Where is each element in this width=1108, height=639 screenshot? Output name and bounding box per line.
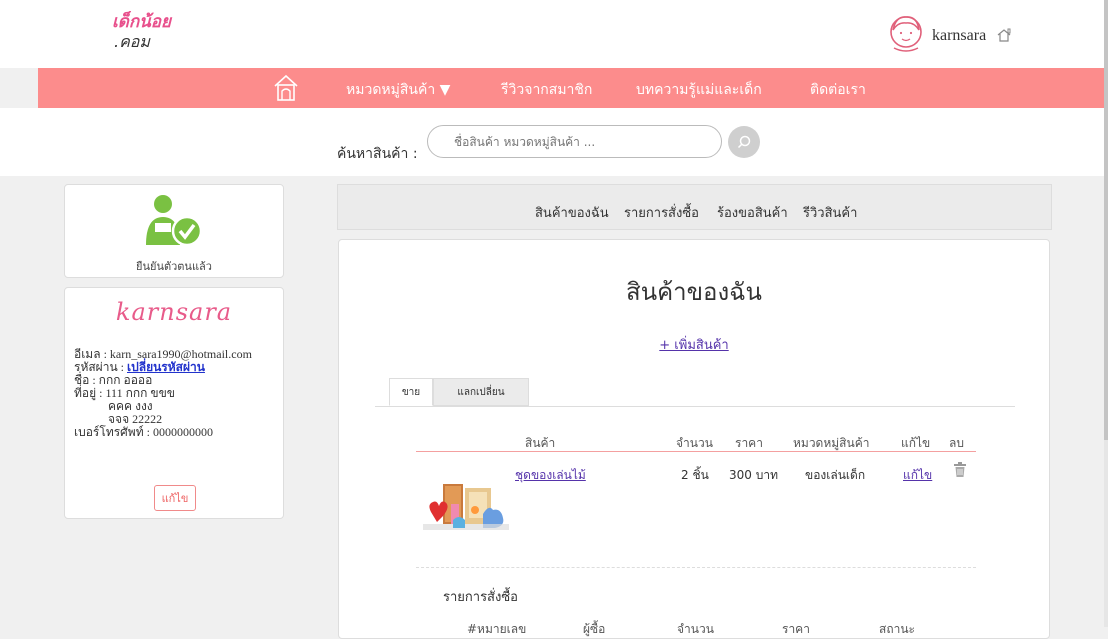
edit-product-link[interactable]: แก้ไข — [903, 466, 932, 485]
home-icon[interactable] — [996, 27, 1012, 46]
verified-text: ยืนยันตัวตนแล้ว — [136, 260, 212, 273]
nav-item-contact[interactable]: ติดต่อเรา — [810, 79, 866, 101]
edit-profile-button[interactable]: แก้ไข — [154, 485, 196, 511]
avatar-icon — [888, 14, 924, 58]
profile-phone: เบอร์โทรศัพท์ : 0000000000 — [74, 425, 213, 439]
tab-orders[interactable]: รายการสั่งซื้อ — [624, 202, 699, 223]
nav-home-icon[interactable] — [273, 74, 299, 106]
verified-card: ยืนยันตัวตนแล้ว — [64, 184, 284, 278]
profile-name: karnsara — [115, 298, 233, 326]
user-menu[interactable]: karnsara — [888, 16, 1012, 56]
profile-address-2: คคค งงง — [108, 399, 153, 413]
order-col-price: ราคา — [782, 622, 810, 636]
section-divider — [416, 567, 976, 568]
search-button[interactable] — [728, 126, 760, 158]
header: เด็กน้อย .คอม karnsara — [0, 0, 1104, 68]
product-thumbnail[interactable] — [423, 480, 509, 536]
tab-requests[interactable]: ร้องขอสินค้า — [717, 202, 788, 223]
tab-my-products[interactable]: สินค้าของฉัน — [535, 202, 609, 223]
subtab-exchange[interactable]: แลกเปลี่ยน — [433, 378, 529, 406]
order-col-status: สถานะ — [879, 622, 915, 636]
sale-type-tabs: ขาย แลกเปลี่ยน — [375, 378, 1015, 407]
nav-item-articles[interactable]: บทความรู้แม่และเด็ก — [636, 79, 762, 101]
profile-info: อีเมล : karn_sara1990@hotmail.com รหัสผ่… — [74, 348, 252, 439]
order-col-number: #หมายเลข — [467, 622, 527, 636]
page-scrollbar[interactable] — [1104, 0, 1108, 627]
product-name-link[interactable]: ชุดของเล่นไม้ — [515, 466, 586, 485]
scrollbar-thumb[interactable] — [1104, 0, 1108, 440]
nav-item-reviews[interactable]: รีวิวจากสมาชิก — [501, 79, 592, 101]
tab-reviews[interactable]: รีวิวสินค้า — [803, 202, 857, 223]
password-label: รหัสผ่าน : — [74, 360, 127, 374]
trash-icon[interactable] — [953, 462, 967, 481]
account-tabs: สินค้าของฉัน รายการสั่งซื้อ ร้องขอสินค้า… — [337, 184, 1052, 230]
page-title: สินค้าของฉัน — [626, 278, 762, 306]
search-label: ค้นหาสินค้า : — [337, 146, 418, 162]
profile-address-1: ที่อยู่ : 111 กกก ขขข — [74, 386, 175, 400]
table-header-divider — [416, 451, 976, 452]
username: karnsara — [932, 27, 987, 44]
search-icon — [737, 135, 751, 149]
profile-card: karnsara อีเมล : karn_sara1990@hotmail.c… — [64, 287, 284, 519]
change-password-link[interactable]: เปลี่ยนรหัสผ่าน — [127, 360, 205, 374]
product-price: 300 บาท — [729, 468, 778, 482]
verified-user-icon — [143, 193, 205, 255]
search-input[interactable] — [427, 125, 722, 158]
order-col-quantity: จำนวน — [677, 622, 714, 636]
product-category: ของเล่นเด็ก — [805, 468, 866, 482]
add-product-link[interactable]: + เพิ่มสินค้า — [339, 334, 1049, 355]
subtab-sell[interactable]: ขาย — [389, 378, 433, 406]
site-logo[interactable]: เด็กน้อย .คอม — [112, 8, 172, 58]
main-panel: สินค้าของฉัน + เพิ่มสินค้า ขาย แลกเปลี่ย… — [338, 239, 1050, 639]
orders-section-title: รายการสั่งซื้อ — [443, 590, 518, 605]
product-quantity: 2 ชิ้น — [681, 468, 709, 482]
logo-line2: .คอม — [114, 32, 150, 51]
main-nav: หมวดหมู่สินค้า ▼ รีวิวจากสมาชิก บทความรู… — [38, 68, 1104, 108]
order-col-buyer: ผู้ซื้อ — [583, 622, 606, 636]
nav-item-categories[interactable]: หมวดหมู่สินค้า ▼ — [346, 79, 450, 101]
